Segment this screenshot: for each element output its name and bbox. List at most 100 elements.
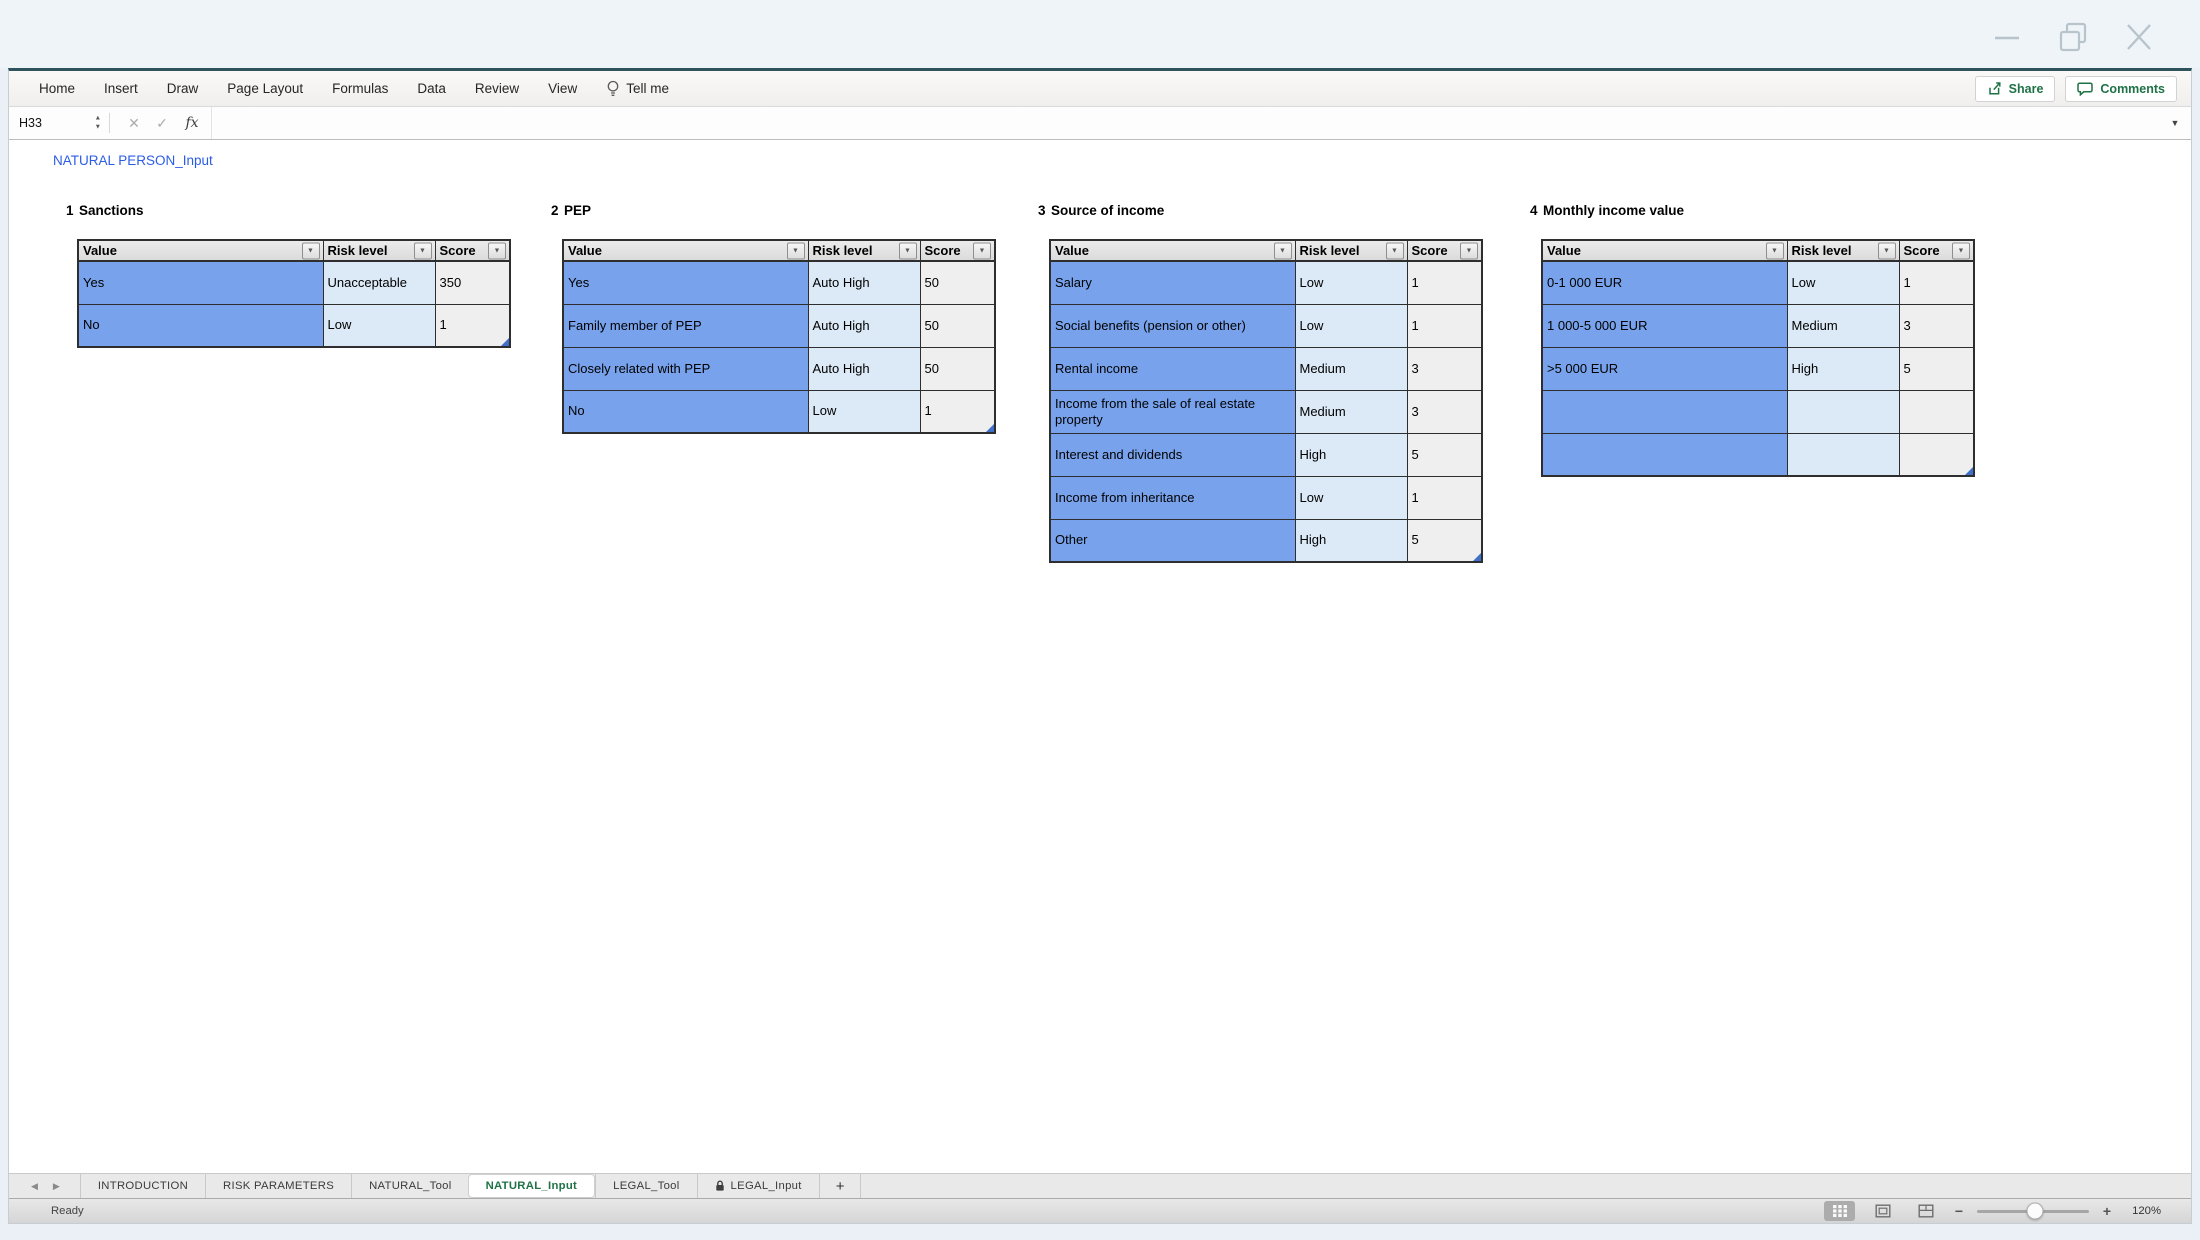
menu-formulas[interactable]: Formulas [332, 81, 388, 96]
filter-dropdown-button[interactable]: ▼ [302, 242, 320, 259]
table-cell[interactable]: Yes [563, 261, 808, 304]
menu-home[interactable]: Home [39, 81, 75, 96]
table-cell[interactable]: Income from the sale of real estate prop… [1050, 390, 1295, 433]
table-cell[interactable]: High [1295, 519, 1407, 562]
sheet-tab-legal-input[interactable]: LEGAL_Input [697, 1174, 819, 1198]
table-cell[interactable]: Low [1295, 476, 1407, 519]
table-cell[interactable]: 1 [1899, 261, 1974, 304]
page-break-view-button[interactable] [1910, 1201, 1941, 1221]
table-cell[interactable]: Medium [1295, 347, 1407, 390]
table-cell[interactable]: No [78, 304, 323, 347]
filter-dropdown-button[interactable]: ▼ [1386, 242, 1404, 259]
table-cell[interactable] [1899, 390, 1974, 433]
sheet-tab-introduction[interactable]: INTRODUCTION [80, 1174, 205, 1198]
filter-dropdown-button[interactable]: ▼ [1766, 242, 1784, 259]
table-cell[interactable]: Family member of PEP [563, 304, 808, 347]
restore-icon[interactable] [2056, 20, 2090, 54]
formula-input[interactable] [211, 107, 2159, 139]
name-box-stepper[interactable]: ▲▼ [95, 116, 101, 131]
table-cell[interactable] [1787, 390, 1899, 433]
sheet-tab-natural-input[interactable]: NATURAL_Input [468, 1174, 596, 1198]
table-resize-handle[interactable] [1473, 553, 1481, 561]
insert-function-icon[interactable]: fx [181, 115, 203, 131]
sheet-tab-natural-tool[interactable]: NATURAL_Tool [351, 1174, 469, 1198]
filter-dropdown-button[interactable]: ▼ [787, 242, 805, 259]
menu-review[interactable]: Review [475, 81, 519, 96]
table-cell[interactable] [1542, 390, 1787, 433]
table-cell[interactable]: Other [1050, 519, 1295, 562]
name-box[interactable]: H33 ▲▼ [9, 107, 109, 139]
menu-draw[interactable]: Draw [167, 81, 199, 96]
table-cell[interactable]: 50 [920, 347, 995, 390]
table-cell[interactable]: Auto High [808, 347, 920, 390]
table-cell[interactable]: 3 [1407, 390, 1482, 433]
table-cell[interactable]: 1 [1407, 476, 1482, 519]
normal-view-button[interactable] [1824, 1201, 1855, 1221]
worksheet-area[interactable]: NATURAL PERSON_Input 1SanctionsValue▼Ris… [9, 140, 2191, 1173]
menu-insert[interactable]: Insert [104, 81, 138, 96]
menu-data[interactable]: Data [417, 81, 446, 96]
menu-view[interactable]: View [548, 81, 577, 96]
table-cell[interactable]: Interest and dividends [1050, 433, 1295, 476]
comments-button[interactable]: Comments [2065, 76, 2177, 102]
table-cell[interactable]: 0-1 000 EUR [1542, 261, 1787, 304]
table-cell[interactable]: Medium [1295, 390, 1407, 433]
sheet-tab-risk-parameters[interactable]: RISK PARAMETERS [205, 1174, 351, 1198]
table-cell[interactable]: 1 [920, 390, 995, 433]
table-cell[interactable]: 5 [1407, 519, 1482, 562]
table-cell[interactable]: No [563, 390, 808, 433]
table-cell[interactable]: Medium [1787, 304, 1899, 347]
table-cell[interactable]: Salary [1050, 261, 1295, 304]
table-cell[interactable]: Social benefits (pension or other) [1050, 304, 1295, 347]
table-cell[interactable]: Rental income [1050, 347, 1295, 390]
table-cell[interactable]: Low [1787, 261, 1899, 304]
table-resize-handle[interactable] [1965, 467, 1973, 475]
zoom-slider-knob[interactable] [2027, 1203, 2044, 1220]
table-cell[interactable]: 3 [1407, 347, 1482, 390]
filter-dropdown-button[interactable]: ▼ [1460, 242, 1478, 259]
table-cell[interactable]: Auto High [808, 304, 920, 347]
table-cell[interactable]: 50 [920, 304, 995, 347]
filter-dropdown-button[interactable]: ▼ [1878, 242, 1896, 259]
sheet-title-link[interactable]: NATURAL PERSON_Input [53, 153, 213, 168]
add-sheet-button[interactable]: + [819, 1174, 862, 1198]
confirm-entry-icon[interactable]: ✓ [153, 115, 171, 132]
table-cell[interactable]: >5 000 EUR [1542, 347, 1787, 390]
menu-tell-me[interactable]: Tell me [606, 80, 669, 98]
table-cell[interactable] [1899, 433, 1974, 476]
table-cell[interactable]: Income from inheritance [1050, 476, 1295, 519]
filter-dropdown-button[interactable]: ▼ [414, 242, 432, 259]
filter-dropdown-button[interactable]: ▼ [973, 242, 991, 259]
table-cell[interactable]: 50 [920, 261, 995, 304]
share-button[interactable]: Share [1975, 76, 2056, 102]
table-cell[interactable]: High [1295, 433, 1407, 476]
table-cell[interactable]: 5 [1407, 433, 1482, 476]
table-cell[interactable]: Yes [78, 261, 323, 304]
table-cell[interactable]: Low [808, 390, 920, 433]
sheet-nav-left-icon[interactable]: ◀ [31, 1181, 38, 1192]
table-cell[interactable]: Closely related with PEP [563, 347, 808, 390]
page-layout-view-button[interactable] [1867, 1201, 1898, 1221]
table-cell[interactable]: High [1787, 347, 1899, 390]
table-cell[interactable] [1542, 433, 1787, 476]
filter-dropdown-button[interactable]: ▼ [1274, 242, 1292, 259]
zoom-in-button[interactable]: + [2101, 1203, 2113, 1219]
table-resize-handle[interactable] [501, 338, 509, 346]
table-cell[interactable]: Low [1295, 261, 1407, 304]
table-cell[interactable]: 3 [1899, 304, 1974, 347]
zoom-slider[interactable] [1977, 1210, 2089, 1213]
table-cell[interactable]: 1 [435, 304, 510, 347]
close-icon[interactable] [2122, 20, 2156, 54]
cancel-entry-icon[interactable]: ✕ [125, 115, 143, 132]
table-resize-handle[interactable] [986, 424, 994, 432]
table-cell[interactable]: 1 [1407, 304, 1482, 347]
filter-dropdown-button[interactable]: ▼ [899, 242, 917, 259]
sheet-nav-right-icon[interactable]: ▶ [53, 1181, 60, 1192]
table-cell[interactable]: Auto High [808, 261, 920, 304]
filter-dropdown-button[interactable]: ▼ [1952, 242, 1970, 259]
menu-page-layout[interactable]: Page Layout [227, 81, 303, 96]
minimize-icon[interactable] [1990, 22, 2024, 52]
table-cell[interactable]: Unacceptable [323, 261, 435, 304]
filter-dropdown-button[interactable]: ▼ [488, 242, 506, 259]
table-cell[interactable]: 350 [435, 261, 510, 304]
